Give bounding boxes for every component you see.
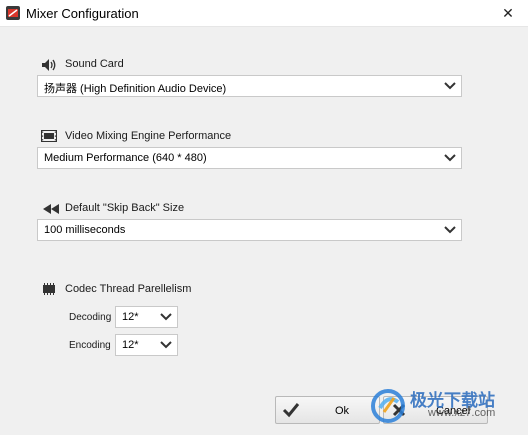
chevron-down-icon	[160, 313, 172, 321]
watermark: 极光下载站 www.xz7.com	[370, 384, 528, 429]
video-engine-select[interactable]: Medium Performance (640 * 480)	[37, 147, 462, 169]
ok-button[interactable]: Ok	[275, 396, 380, 424]
chip-icon	[43, 283, 55, 295]
decoding-label: Decoding	[69, 312, 112, 323]
encoding-value: 12*	[122, 339, 139, 351]
video-engine-label: Video Mixing Engine Performance	[65, 130, 232, 142]
decoding-value: 12*	[122, 311, 139, 323]
codec-label: Codec Thread Parellelism	[65, 283, 192, 295]
skip-back-label: Default "Skip Back" Size	[65, 202, 185, 214]
window-title: Mixer Configuration	[26, 6, 139, 21]
chevron-down-icon	[160, 341, 172, 349]
film-strip-icon	[41, 130, 57, 142]
chevron-down-icon	[444, 82, 456, 90]
video-engine-value: Medium Performance (640 * 480)	[44, 152, 207, 164]
chevron-down-icon	[444, 154, 456, 162]
decoding-select[interactable]: 12*	[115, 306, 178, 328]
app-icon	[6, 6, 20, 20]
encoding-label: Encoding	[69, 340, 111, 351]
sound-card-value: 扬声器 (High Definition Audio Device)	[44, 83, 227, 95]
ok-label: Ok	[335, 405, 350, 417]
chevron-down-icon	[444, 226, 456, 234]
checkmark-icon	[282, 403, 300, 418]
speaker-icon	[42, 59, 56, 71]
sound-card-select[interactable]: 扬声器 (High Definition Audio Device)	[37, 75, 462, 97]
skip-back-value: 100 milliseconds	[44, 224, 126, 236]
skip-back-select[interactable]: 100 milliseconds	[37, 219, 462, 241]
rewind-icon	[43, 204, 59, 214]
encoding-select[interactable]: 12*	[115, 334, 178, 356]
watermark-logo	[371, 389, 405, 423]
title-bar: Mixer Configuration ✕	[0, 0, 528, 27]
close-button[interactable]: ✕	[488, 0, 528, 26]
watermark-url: www.xz7.com	[428, 407, 496, 419]
sound-card-label: Sound Card	[65, 58, 124, 70]
